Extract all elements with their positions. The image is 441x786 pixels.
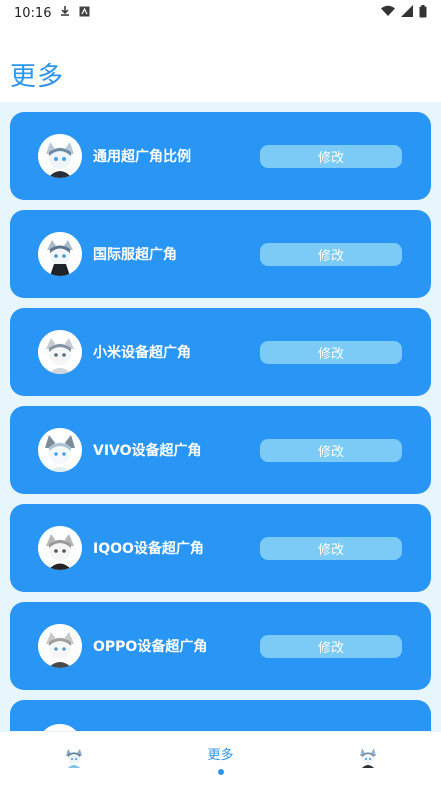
list-item: VIVO设备超广角 修改 — [10, 406, 431, 494]
item-label: 国际服超广角 — [93, 247, 177, 263]
edit-button[interactable]: 修改 — [260, 340, 402, 364]
avatar — [38, 428, 82, 472]
wifi-icon — [381, 5, 395, 21]
settings-list[interactable]: 通用超广角比例 修改 国际服超广角 修改 小米设备超广角 修改 VIVO设备超广… — [0, 102, 441, 731]
bottom-nav: 更多 — [0, 731, 441, 786]
item-label: 通用超广角比例 — [93, 149, 191, 165]
avatar — [38, 624, 82, 668]
nav-tab-home[interactable] — [34, 732, 114, 786]
active-indicator — [217, 768, 224, 775]
edit-button[interactable]: 修改 — [260, 144, 402, 168]
battery-icon — [419, 4, 427, 22]
list-item: 国际服超广角 修改 — [10, 210, 431, 298]
status-bar: 10:16 — [0, 0, 441, 26]
list-item — [10, 700, 431, 731]
download-icon — [59, 5, 71, 21]
edit-button[interactable]: 修改 — [260, 242, 402, 266]
nav-tab-profile[interactable] — [328, 732, 408, 786]
item-label: OPPO设备超广角 — [93, 639, 208, 655]
list-item: IQOO设备超广角 修改 — [10, 504, 431, 592]
avatar — [38, 330, 82, 374]
item-label: IQOO设备超广角 — [93, 541, 204, 557]
avatar — [38, 232, 82, 276]
edit-button[interactable]: 修改 — [260, 536, 402, 560]
nav-tab-more[interactable]: 更多 — [181, 732, 261, 786]
list-item: 通用超广角比例 修改 — [10, 112, 431, 200]
item-label: 小米设备超广角 — [93, 345, 191, 361]
anime-avatar-icon — [357, 746, 379, 772]
page-title: 更多 — [10, 62, 65, 92]
avatar — [38, 724, 82, 731]
edit-button[interactable]: 修改 — [260, 438, 402, 462]
list-item: OPPO设备超广角 修改 — [10, 602, 431, 690]
nav-tab-more-label: 更多 — [207, 747, 234, 763]
signal-icon — [401, 5, 413, 21]
anime-avatar-icon — [63, 746, 85, 772]
edit-button[interactable]: 修改 — [260, 634, 402, 658]
list-item: 小米设备超广角 修改 — [10, 308, 431, 396]
status-time: 10:16 — [14, 5, 52, 21]
avatar — [38, 134, 82, 178]
notification-icon — [79, 6, 90, 21]
item-label: VIVO设备超广角 — [93, 443, 202, 459]
avatar — [38, 526, 82, 570]
